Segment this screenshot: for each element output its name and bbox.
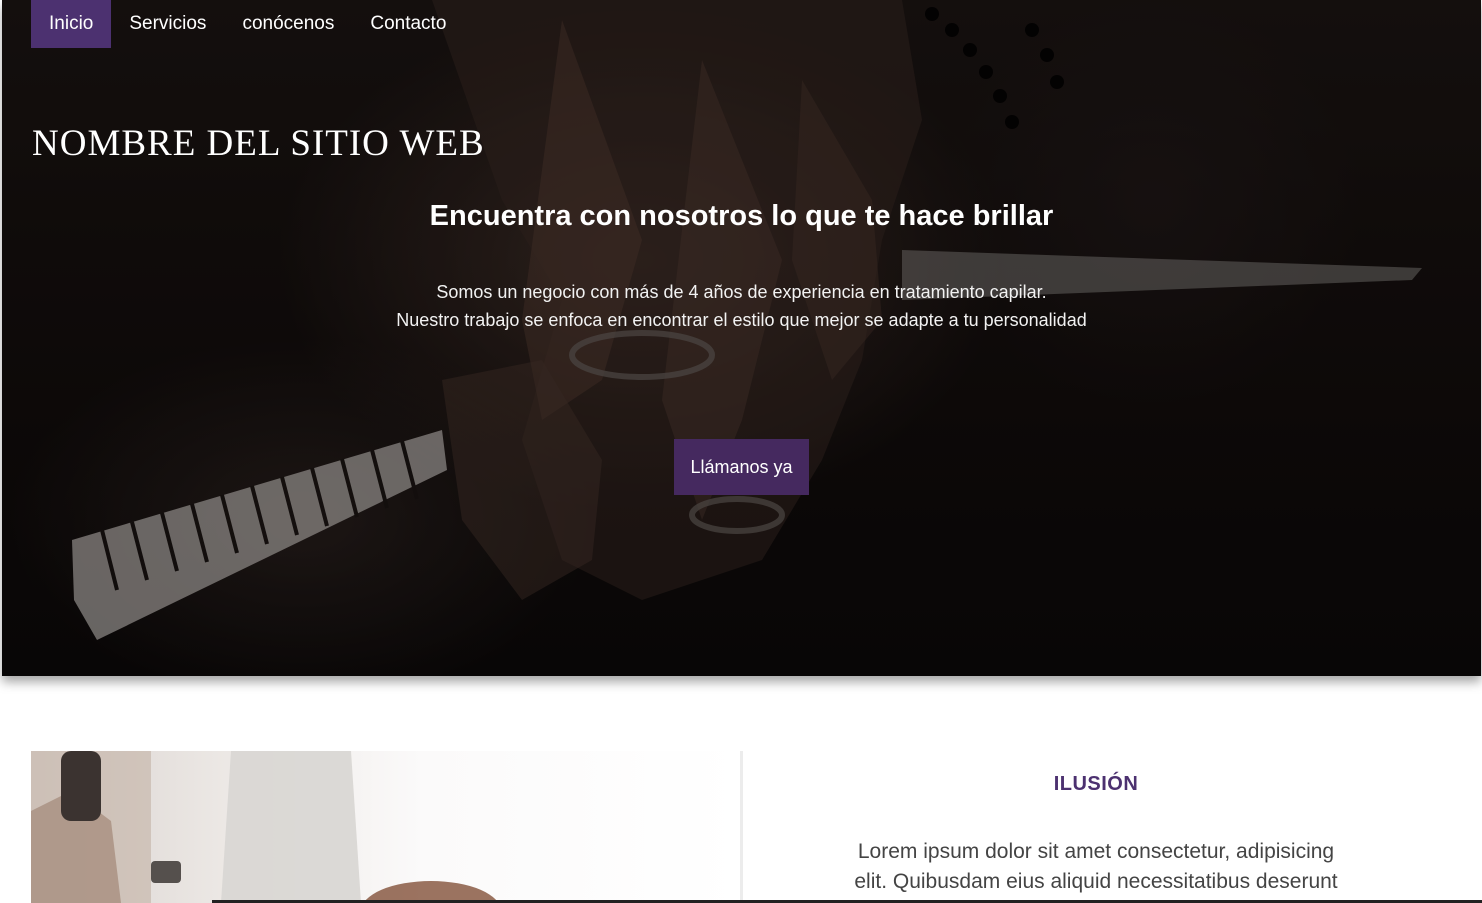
- nav-item-contacto[interactable]: Contacto: [352, 0, 464, 48]
- main-nav: Inicio Servicios conócenos Contacto: [31, 0, 464, 48]
- hero-description: Somos un negocio con más de 4 años de ex…: [2, 278, 1481, 334]
- feature-image: [31, 751, 742, 903]
- call-now-button[interactable]: Llámanos ya: [674, 439, 809, 495]
- nav-item-servicios[interactable]: Servicios: [111, 0, 224, 48]
- nav-item-conocenos[interactable]: conócenos: [224, 0, 352, 48]
- hairdresser-photo: [31, 751, 499, 903]
- feature-text: Lorem ipsum dolor sit amet consectetur, …: [854, 840, 1338, 893]
- nav-item-inicio[interactable]: Inicio: [31, 0, 112, 48]
- feature-title: ILUSIÓN: [1053, 773, 1139, 795]
- hero-section: Inicio Servicios conócenos Contacto NOMB…: [2, 0, 1481, 676]
- hero-tagline: Encuentra con nosotros lo que te hace br…: [429, 200, 1054, 232]
- hero-description-line-2: Nuestro trabajo se enfoca en encontrar e…: [396, 310, 1087, 330]
- hero-background-image: [2, 0, 1481, 676]
- site-title: NOMBRE DEL SITIO WEB: [32, 123, 485, 164]
- hero-description-line-1: Somos un negocio con más de 4 años de ex…: [436, 282, 1047, 302]
